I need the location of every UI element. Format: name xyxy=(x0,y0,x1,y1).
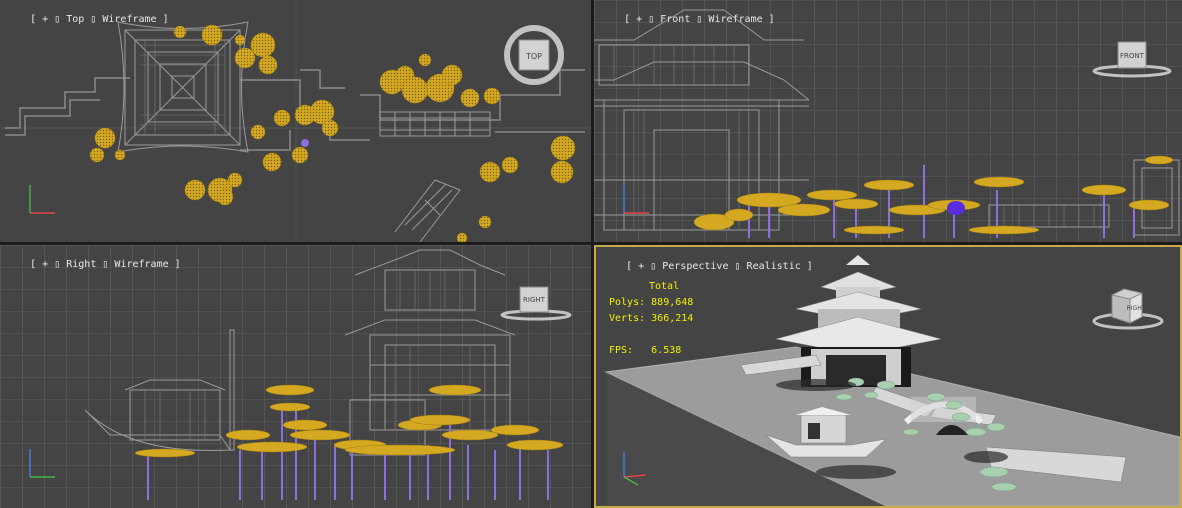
viewport-menu-bracket-close: ] xyxy=(162,14,169,25)
stats-verts-row: Verts: 366,214 xyxy=(609,311,693,327)
viewcube-face-label: TOP xyxy=(525,52,542,61)
viewport-menu-bracket-open: [ xyxy=(30,259,37,270)
stats-polys-label: Polys: xyxy=(609,297,646,308)
viewport-perspective[interactable]: [ + ▯ Perspective ▯ Realistic ] Total Po… xyxy=(594,245,1182,508)
viewport-point-of-view-menu[interactable]: Front xyxy=(660,14,690,25)
viewport-plus-menu[interactable]: + xyxy=(636,14,642,25)
viewport-plus-menu[interactable]: + xyxy=(42,259,48,270)
stats-verts-value: 366,214 xyxy=(651,313,694,324)
stats-polys-value: 889,648 xyxy=(651,297,694,308)
stats-fps-row: FPS: 6.538 xyxy=(609,343,693,359)
viewport-label-right: [ + ▯ Right ▯ Wireframe ] xyxy=(30,259,181,270)
viewport-menu-bracket-close: ] xyxy=(768,14,775,25)
viewport-menu-bracket-close: ] xyxy=(174,259,181,270)
viewcube-face-label: FRONT xyxy=(1120,52,1145,60)
stats-header: Total xyxy=(649,281,680,292)
viewport-plus-menu[interactable]: + xyxy=(42,14,48,25)
viewport-menu-bracket-open: [ xyxy=(626,261,633,272)
viewport-menu-bracket-open: [ xyxy=(624,14,631,25)
viewport-point-of-view-menu[interactable]: Right xyxy=(66,259,96,270)
viewport-top[interactable]: [ + ▯ Top ▯ Wireframe ] TOP xyxy=(0,0,591,242)
stats-fps-value: 6.538 xyxy=(651,345,682,356)
viewport-menu-bracket-open: [ xyxy=(30,14,37,25)
viewport-shading-menu[interactable]: Wireframe xyxy=(708,14,762,25)
viewcube-face-label: RIGHT xyxy=(523,296,546,304)
viewcube-right[interactable]: RIGHT xyxy=(498,281,574,323)
viewcube-face-label: RIGHT xyxy=(1127,305,1146,312)
viewport-plus-menu[interactable]: + xyxy=(638,261,644,272)
viewport-point-of-view-menu[interactable]: Perspective xyxy=(662,261,728,272)
stats-fps-label: FPS: xyxy=(609,345,634,356)
viewport-label-front: [ + ▯ Front ▯ Wireframe ] xyxy=(624,14,775,25)
statistics-overlay: Total Polys: 889,648 Verts: 366,214 FPS:… xyxy=(609,279,693,359)
viewcube-front[interactable]: FRONT xyxy=(1089,38,1175,80)
stats-polys-row: Polys: 889,648 xyxy=(609,295,693,311)
viewcube-top[interactable]: TOP xyxy=(502,23,566,87)
viewport-label-top: [ + ▯ Top ▯ Wireframe ] xyxy=(30,14,169,25)
viewport-point-of-view-menu[interactable]: Top xyxy=(66,14,84,25)
viewcube-perspective[interactable]: RIGHT xyxy=(1090,283,1166,333)
viewport-menu-bracket-close: ] xyxy=(806,261,813,272)
viewport-shading-menu[interactable]: Realistic xyxy=(747,261,801,272)
viewport-front[interactable]: [ + ▯ Front ▯ Wireframe ] FRONT xyxy=(594,0,1182,242)
viewport-shading-menu[interactable]: Wireframe xyxy=(102,14,156,25)
viewport-right[interactable]: [ + ▯ Right ▯ Wireframe ] RIGHT xyxy=(0,245,591,508)
front-view-scene xyxy=(594,0,1182,242)
stats-verts-label: Verts: xyxy=(609,313,646,324)
viewport-shading-menu[interactable]: Wireframe xyxy=(114,259,168,270)
